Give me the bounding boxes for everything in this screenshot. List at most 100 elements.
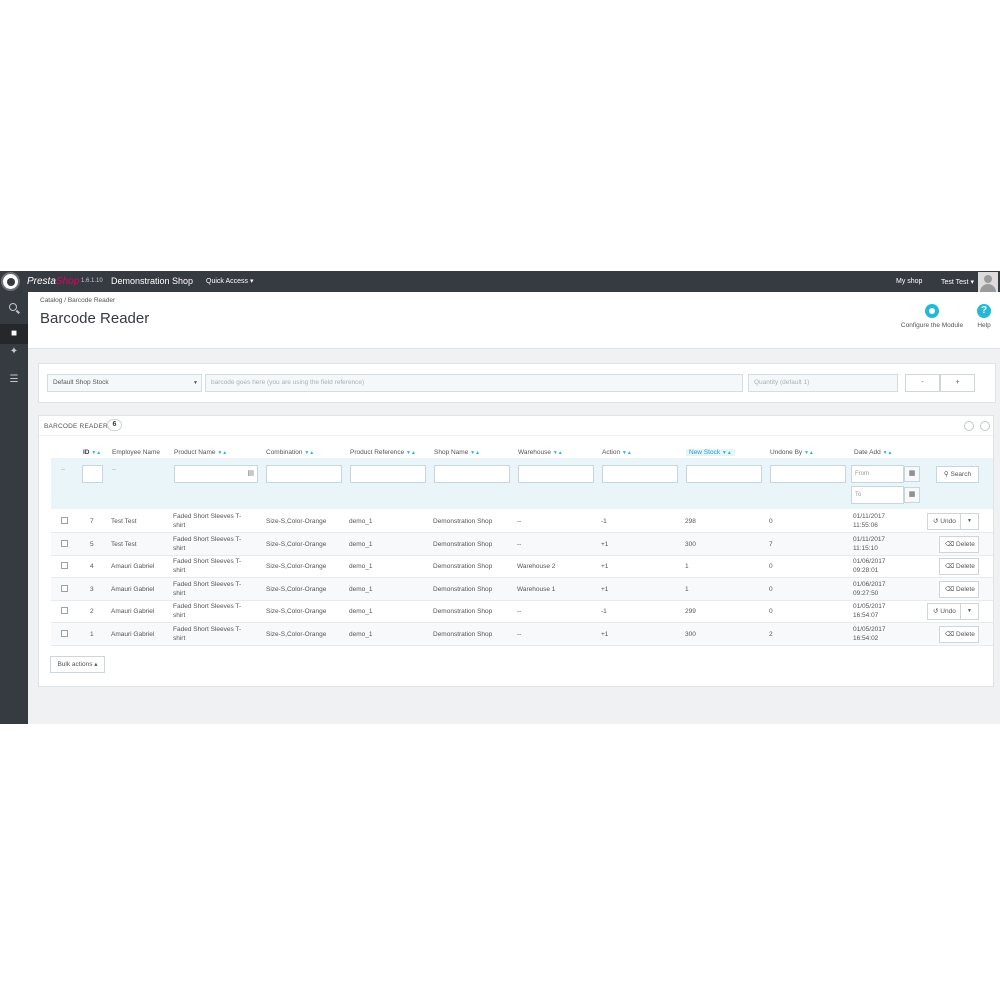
col-id[interactable]: ID ▼▲ xyxy=(83,449,101,456)
col-undone-by-label: Undone By xyxy=(770,449,803,456)
row-date-add: 01/05/2017 16:54:02 xyxy=(853,625,886,643)
filter-check-placeholder: -- xyxy=(61,467,65,473)
row-checkbox[interactable] xyxy=(61,562,68,570)
filter-reference-input[interactable] xyxy=(350,465,426,483)
delete-button[interactable]: ⌫ Delete xyxy=(939,626,979,643)
page-title: Barcode Reader xyxy=(40,310,150,327)
col-warehouse[interactable]: Warehouse ▼▲ xyxy=(518,449,563,456)
col-new-stock-label: New Stock xyxy=(689,449,721,456)
avatar[interactable] xyxy=(978,272,998,292)
row-warehouse: -- xyxy=(517,540,522,548)
refresh-icon[interactable] xyxy=(980,421,990,431)
row-combination: Size-S,Color-Orange xyxy=(266,585,327,593)
search-icon[interactable] xyxy=(0,298,28,318)
filter-combination-input[interactable] xyxy=(266,465,342,483)
col-shop-name[interactable]: Shop Name ▼▲ xyxy=(434,449,480,456)
breadcrumb[interactable]: Catalog / Barcode Reader xyxy=(40,297,115,304)
shop-name-link[interactable]: Demonstration Shop xyxy=(111,276,193,286)
stock-select[interactable]: Default Shop Stock ▼ xyxy=(47,374,202,392)
filter-action-input[interactable] xyxy=(602,465,678,483)
row-reference: demo_1 xyxy=(349,518,373,525)
filter-id-input[interactable] xyxy=(82,465,103,483)
help-button[interactable]: ? Help xyxy=(974,304,994,329)
row-employee: Amauri Gabriel xyxy=(111,563,155,571)
row-product-name: Faded Short Sleeves T-shirt xyxy=(173,557,241,575)
row-action: +1 xyxy=(601,540,609,548)
undo-button[interactable]: ↺ Undo ▼ xyxy=(927,513,979,530)
barcode-list-panel: BARCODE READER 6 ID ▼▲ Employee Name Pro… xyxy=(38,415,994,687)
my-shop-link[interactable]: My shop xyxy=(896,278,922,285)
calendar-icon[interactable]: ▦ xyxy=(904,487,920,503)
row-date-add: 01/05/2017 16:54:07 xyxy=(853,602,886,620)
row-shop-name: Demonstration Shop xyxy=(433,585,493,593)
row-checkbox[interactable] xyxy=(61,607,68,615)
chevron-down-icon[interactable]: ▼ xyxy=(960,604,978,620)
undo-label: Undo xyxy=(940,518,956,525)
barcode-input[interactable]: barcode goes here (you are using the fie… xyxy=(205,374,743,392)
filter-product-name-input[interactable]: ▤ xyxy=(174,465,258,483)
row-employee: Amauri Gabriel xyxy=(111,631,155,638)
table-row[interactable]: 2 Amauri Gabriel Faded Short Sleeves T-s… xyxy=(51,600,993,624)
brand-name: PrestaShop xyxy=(27,276,79,287)
undo-button[interactable]: ↺ Undo ▼ xyxy=(927,603,979,621)
table-row[interactable]: 5 Test Test Faded Short Sleeves T-shirt … xyxy=(51,532,993,556)
row-reference: demo_1 xyxy=(349,540,373,548)
quick-access-menu[interactable]: Quick Access ▾ xyxy=(206,277,253,285)
user-menu[interactable]: Test Test ▾ xyxy=(941,278,974,286)
quantity-input[interactable]: Quantity (default 1) xyxy=(748,374,898,392)
barcode-input-panel: Default Shop Stock ▼ barcode goes here (… xyxy=(38,363,996,403)
brand-part-1: Presta xyxy=(27,276,56,287)
filter-shop-name-input[interactable] xyxy=(434,465,510,483)
filter-undone-by-input[interactable] xyxy=(770,465,846,483)
filter-new-stock-input[interactable] xyxy=(686,465,762,483)
table-row[interactable]: 1 Amauri Gabriel Faded Short Sleeves T-s… xyxy=(51,623,993,646)
filter-date-from-input[interactable]: From xyxy=(851,465,904,483)
delete-button[interactable]: ⌫ Delete xyxy=(939,535,979,553)
col-date-add[interactable]: Date Add ▼▲ xyxy=(854,449,892,456)
decrease-button[interactable]: - xyxy=(905,374,940,392)
col-combination-label: Combination xyxy=(266,449,303,456)
col-action[interactable]: Action ▼▲ xyxy=(602,449,632,456)
menu-icon[interactable]: ☰ xyxy=(0,370,28,390)
row-undone-by: 2 xyxy=(769,631,773,638)
version-label: 1.6.1.10 xyxy=(81,278,103,284)
row-shop-name: Demonstration Shop xyxy=(433,608,493,616)
book-icon[interactable]: ■ xyxy=(0,324,28,344)
puzzle-icon[interactable]: ✦ xyxy=(0,342,28,362)
row-checkbox[interactable] xyxy=(61,517,68,524)
filter-date-to-input[interactable]: To xyxy=(851,486,904,504)
row-date-add: 01/11/2017 11:55:06 xyxy=(853,512,885,530)
row-reference: demo_1 xyxy=(349,563,373,571)
row-checkbox[interactable] xyxy=(61,630,68,637)
row-date: 01/05/2017 xyxy=(853,603,886,611)
chevron-down-icon[interactable]: ▼ xyxy=(960,514,978,529)
delete-button[interactable]: ⌫ Delete xyxy=(939,558,979,576)
increase-button[interactable]: + xyxy=(940,374,975,392)
calendar-icon[interactable]: ▦ xyxy=(904,466,920,482)
table-row[interactable]: 3 Amauri Gabriel Faded Short Sleeves T-s… xyxy=(51,577,993,601)
filter-warehouse-input[interactable] xyxy=(518,465,594,483)
col-combination[interactable]: Combination ▼▲ xyxy=(266,449,314,456)
col-product-reference[interactable]: Product Reference ▼▲ xyxy=(350,449,416,456)
col-new-stock[interactable]: New Stock ▼▲ xyxy=(686,449,735,456)
list-header: BARCODE READER 6 xyxy=(39,416,993,436)
table-row[interactable]: 4 Amauri Gabriel Faded Short Sleeves T-s… xyxy=(51,555,993,579)
delete-button[interactable]: ⌫ Delete xyxy=(939,580,979,598)
bulk-actions-button[interactable]: Bulk actions ▴ xyxy=(50,656,105,673)
row-product-name: Faded Short Sleeves T-shirt xyxy=(173,625,241,643)
row-checkbox[interactable] xyxy=(61,539,68,547)
row-id: 1 xyxy=(90,631,94,638)
row-checkbox[interactable] xyxy=(61,584,68,592)
col-product-name[interactable]: Product Name ▼▲ xyxy=(174,449,227,456)
search-button[interactable]: ⚲ Search xyxy=(936,466,979,483)
add-icon[interactable] xyxy=(964,421,974,431)
trash-icon: ⌫ xyxy=(945,631,955,638)
row-new-stock: 300 xyxy=(685,540,696,548)
prestashop-logo-icon[interactable] xyxy=(1,272,20,291)
row-time: 11:15:10 xyxy=(853,544,878,552)
col-undone-by[interactable]: Undone By ▼▲ xyxy=(770,449,814,456)
table-row[interactable]: 7 Test Test Faded Short Sleeves T-shirt … xyxy=(51,510,993,533)
configure-module-button[interactable]: Configure the Module xyxy=(894,304,970,329)
help-icon: ? xyxy=(977,304,991,318)
undo-icon: ↺ xyxy=(933,518,939,525)
